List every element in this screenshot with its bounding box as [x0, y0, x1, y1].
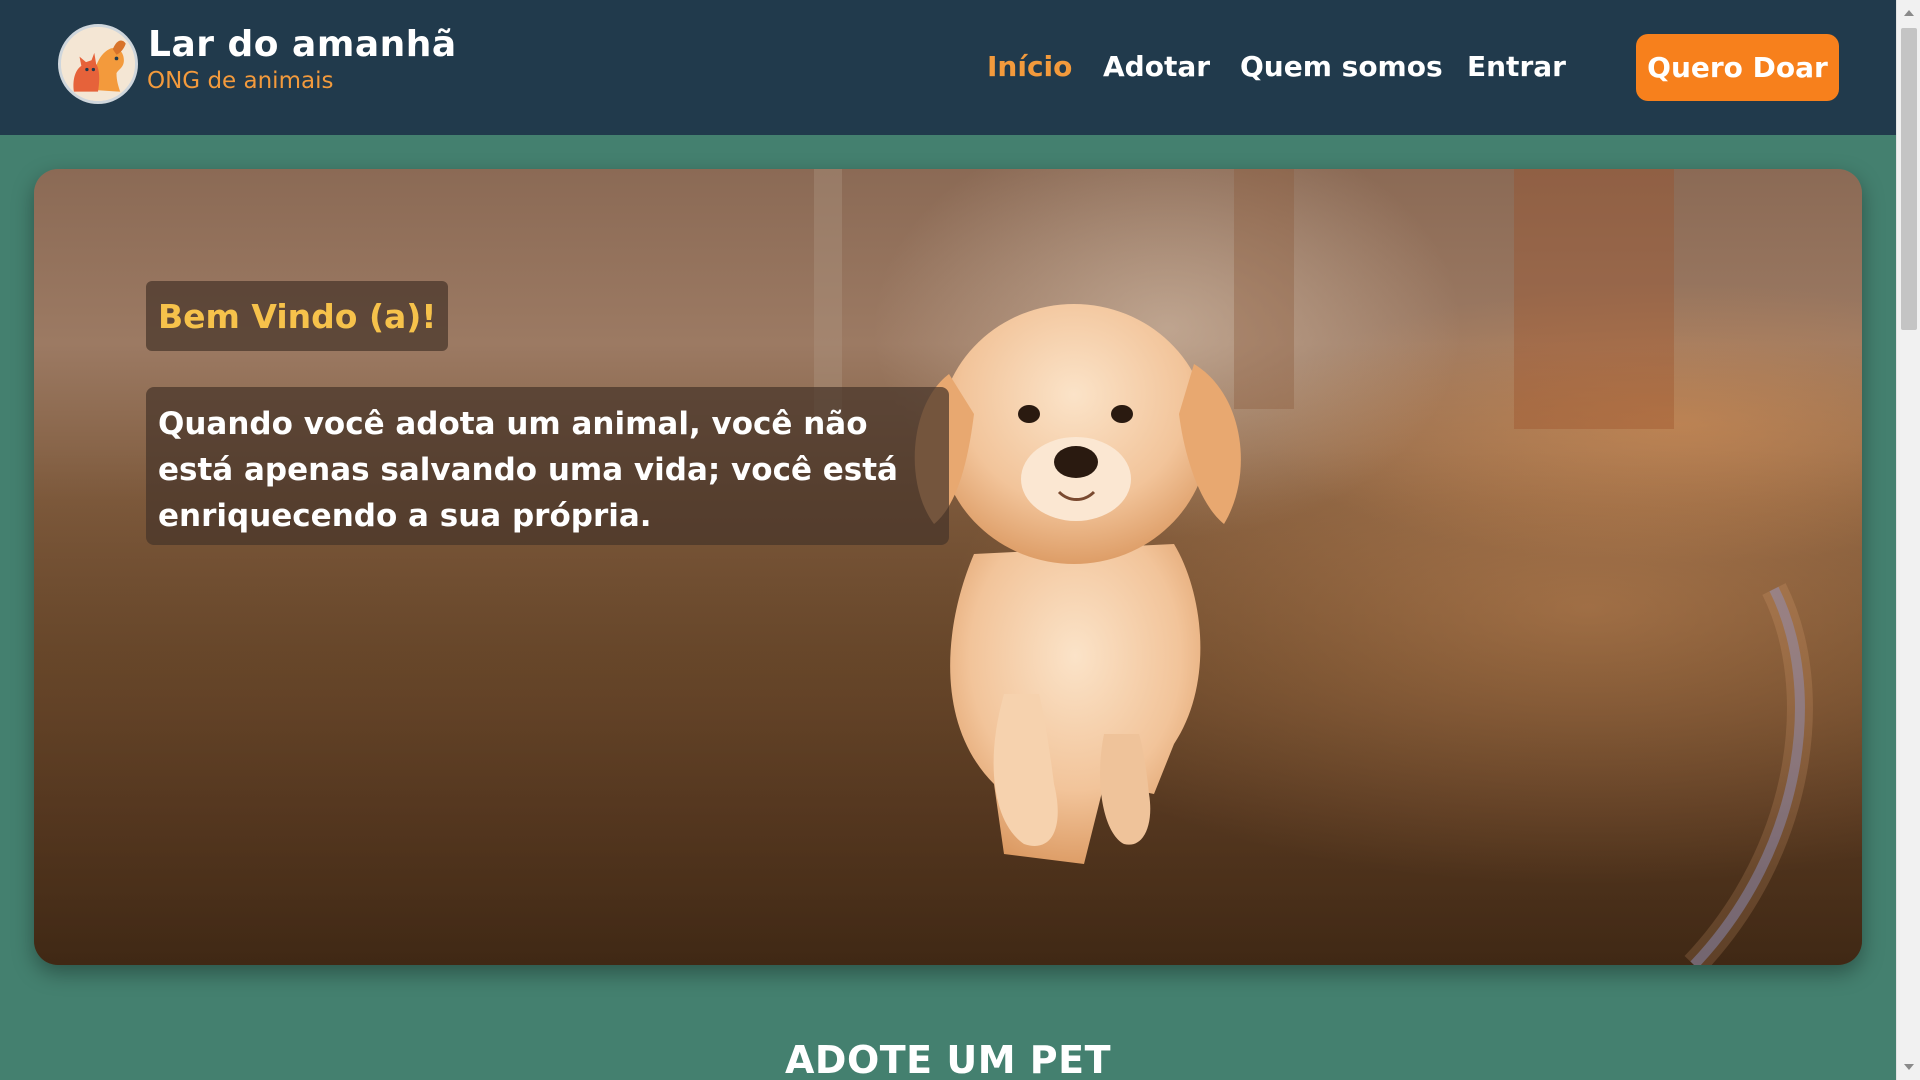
hero-banner: Bem Vindo (a)! Quando você adota um anim…: [34, 169, 1862, 965]
scroll-up-arrow-icon[interactable]: [1904, 10, 1914, 16]
brand-subtitle: ONG de animais: [147, 68, 334, 94]
puppy-illustration: [914, 304, 1241, 864]
hero-quote-box: Quando você adota um animal, você não es…: [146, 387, 949, 545]
nav-link-entrar[interactable]: Entrar: [1467, 50, 1566, 83]
section-title-adopt: ADOTE UM PET: [785, 1038, 1111, 1080]
site-header: Lar do amanhã ONG de animais Início Adot…: [0, 0, 1896, 135]
welcome-badge: Bem Vindo (a)!: [146, 281, 449, 351]
nav-link-inicio[interactable]: Início: [987, 50, 1072, 83]
brand-title: Lar do amanhã: [148, 24, 457, 65]
nav-link-quem-somos[interactable]: Quem somos: [1240, 50, 1443, 83]
scroll-down-arrow-icon[interactable]: [1904, 1064, 1914, 1070]
scrollbar-thumb[interactable]: [1901, 28, 1917, 330]
vertical-scrollbar[interactable]: [1896, 0, 1920, 1080]
hero-quote: Quando você adota um animal, você não es…: [158, 406, 898, 534]
welcome-text: Bem Vindo (a)!: [158, 296, 437, 336]
cat-and-dog-logo-icon[interactable]: [58, 24, 138, 104]
page: Lar do amanhã ONG de animais Início Adot…: [0, 0, 1920, 1080]
donate-button[interactable]: Quero Doar: [1636, 34, 1839, 101]
nav-link-adotar[interactable]: Adotar: [1103, 50, 1210, 83]
